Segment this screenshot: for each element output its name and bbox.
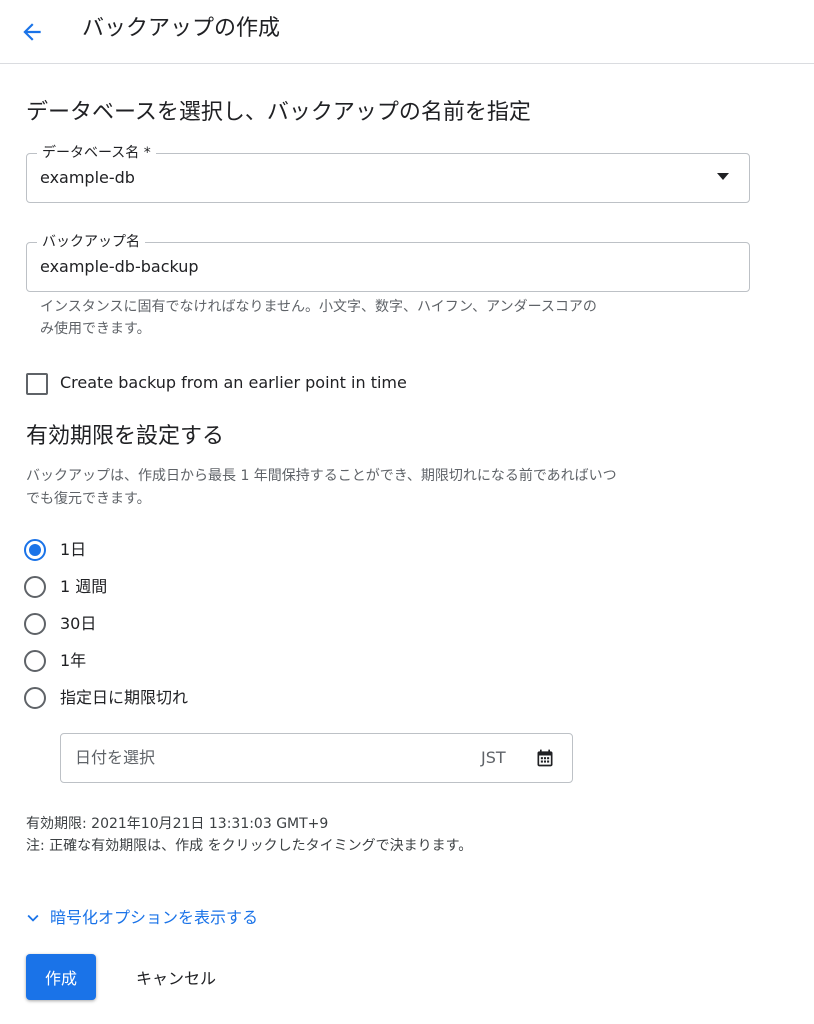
database-select-label: データベース名 *: [37, 143, 156, 163]
back-button[interactable]: [12, 12, 52, 52]
radio-button[interactable]: [24, 613, 46, 635]
expiry-info: 有効期限: 2021年10月21日 13:31:03 GMT+9: [26, 816, 329, 832]
section-title-expiry: 有効期限を設定する: [26, 424, 225, 449]
date-placeholder: 日付を選択: [75, 748, 156, 767]
backup-name-label: バックアップ名: [37, 232, 145, 252]
earlier-point-checkbox[interactable]: [26, 373, 48, 395]
arrow-back-icon: [23, 23, 41, 41]
app-header: バックアップの作成: [0, 0, 814, 64]
backup-name-input[interactable]: example-db-backup: [40, 256, 199, 278]
database-select-value: example-db: [40, 168, 135, 187]
create-button[interactable]: 作成: [26, 954, 96, 1000]
calendar-icon[interactable]: [535, 748, 555, 768]
section-title-select: データベースを選択し、バックアップの名前を指定: [26, 100, 531, 125]
radio-label: 30日: [60, 614, 97, 633]
radio-option-1-year[interactable]: 1年: [24, 648, 86, 674]
radio-label: 1 週間: [60, 577, 108, 596]
radio-button[interactable]: [24, 650, 46, 672]
radio-option-1-week[interactable]: 1 週間: [24, 574, 107, 600]
expiry-description-line2: でも復元できます。: [26, 491, 151, 507]
expiry-note: 注: 正確な有効期限は、作成 をクリックしたタイミングで決まります。: [26, 838, 473, 854]
radio-button[interactable]: [24, 687, 46, 709]
radio-label: 1年: [60, 651, 87, 670]
create-backup-page: バックアップの作成 データベースを選択し、バックアップの名前を指定 データベース…: [0, 0, 814, 1024]
backup-name-field[interactable]: バックアップ名 example-db-backup: [26, 232, 750, 292]
caret-down-icon: [717, 173, 729, 180]
radio-option-1-day[interactable]: 1日: [24, 537, 86, 563]
encryption-options-label: 暗号化オプションを表示する: [50, 908, 259, 927]
cancel-button[interactable]: キャンセル: [118, 954, 234, 1000]
encryption-options-toggle[interactable]: 暗号化オプションを表示する: [22, 907, 258, 929]
radio-label: 1日: [60, 540, 87, 559]
database-select[interactable]: データベース名 * example-db: [26, 143, 750, 203]
backup-name-hint-line2: み使用できます。: [40, 321, 151, 337]
radio-button[interactable]: [24, 576, 46, 598]
expiry-description-line1: バックアップは、作成日から最長 1 年間保持することができ、期限切れになる前であ…: [26, 468, 617, 484]
timezone-label: JST: [481, 748, 506, 767]
radio-button-checked[interactable]: [24, 539, 46, 561]
page-title: バックアップの作成: [82, 16, 281, 41]
radio-label: 指定日に期限切れ: [60, 688, 189, 707]
chevron-down-icon: [27, 914, 39, 922]
backup-name-hint-line1: インスタンスに固有でなければなりません。小文字、数字、ハイフン、アンダースコアの: [40, 299, 597, 315]
expiry-date-input[interactable]: 日付を選択 JST: [60, 733, 573, 783]
radio-option-specific-date[interactable]: 指定日に期限切れ: [24, 685, 188, 711]
radio-option-30-days[interactable]: 30日: [24, 611, 96, 637]
earlier-point-label[interactable]: Create backup from an earlier point in t…: [60, 372, 407, 394]
